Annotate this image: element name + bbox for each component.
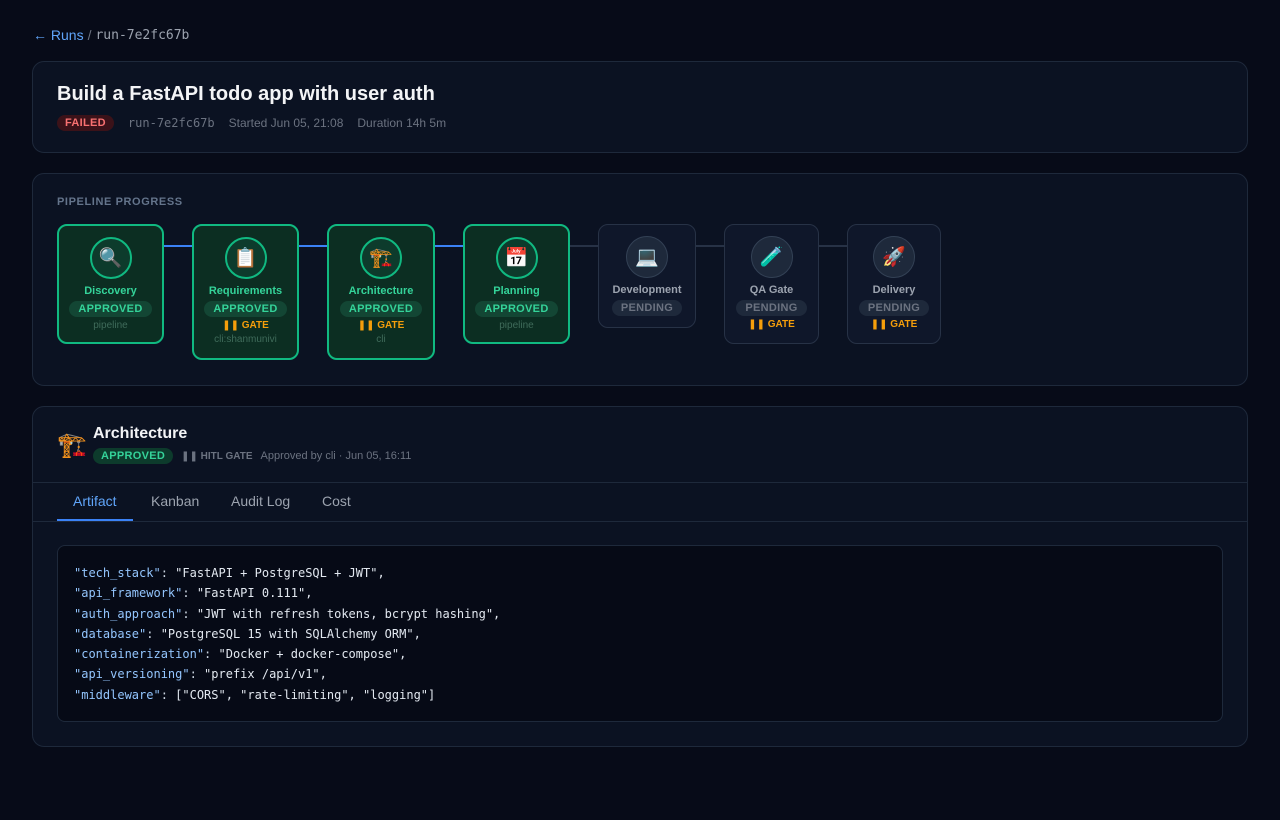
code-line: "database": "PostgreSQL 15 with SQLAlche…	[74, 626, 421, 641]
stage-name: Development	[612, 284, 682, 296]
tab-audit-log[interactable]: Audit Log	[215, 483, 306, 521]
stage-requirements[interactable]: 📋 Requirements APPROVED ❚❚ GATE cli:shanmuni…	[192, 224, 299, 360]
gate-label: ❚❚ GATE	[222, 320, 269, 331]
approved-by-label: pipeline	[499, 320, 534, 331]
stage-status-badge: PENDING	[611, 300, 683, 316]
tab-bar: Artifact Kanban Audit Log Cost	[33, 482, 1247, 522]
code-key: "containerization"	[74, 647, 205, 662]
gate-label: ❚❚ GATE	[748, 319, 795, 330]
code-value: "JWT with refresh tokens, bcrypt hashing…	[196, 606, 501, 621]
stage-status-badge: PENDING	[858, 300, 930, 316]
code-value: "FastAPI 0.111",	[196, 586, 313, 601]
status-badge: FAILED	[57, 115, 114, 131]
pipeline-connector	[819, 245, 847, 247]
tab-cost[interactable]: Cost	[306, 483, 367, 521]
hitl-gate-label: ❚❚ HITL GATE	[181, 450, 253, 462]
run-header-card: Build a FastAPI todo app with user auth …	[32, 61, 1248, 153]
breadcrumb-current: run-7e2fc67b	[95, 27, 190, 43]
code-value: "PostgreSQL 15 with SQLAlchemy ORM",	[160, 626, 421, 641]
code-value: "FastAPI + PostgreSQL + JWT",	[175, 566, 385, 580]
stage-title: Architecture	[93, 425, 188, 442]
tab-kanban[interactable]: Kanban	[135, 483, 215, 521]
approved-by-label: pipeline	[93, 320, 128, 331]
crane-icon: 🏗️	[360, 237, 402, 279]
code-line: "middleware": ["CORS", "rate-limiting", …	[74, 687, 436, 702]
code-key: "auth_approach"	[74, 606, 183, 621]
stage-name: Requirements	[208, 285, 283, 297]
artifact-code-block: "tech_stack": "FastAPI + PostgreSQL + JW…	[57, 545, 1223, 722]
stage-architecture[interactable]: 🏗️ Architecture APPROVED ❚❚ GATE cli	[327, 224, 435, 360]
pipeline-connector	[299, 245, 327, 247]
page-title: Build a FastAPI todo app with user auth	[57, 83, 435, 105]
stage-delivery[interactable]: 🚀 Delivery PENDING ❚❚ GATE	[847, 224, 941, 344]
stage-discovery[interactable]: 🔍 Discovery APPROVED pipeline	[57, 224, 164, 344]
approved-by-label: cli	[376, 334, 386, 345]
pipeline-connector	[435, 245, 463, 247]
pipeline-connector	[570, 245, 598, 247]
stage-status-badge: PENDING	[736, 300, 807, 316]
stage-detail-card: 🏗️ Architecture APPROVED ❚❚ HITL GATE Ap…	[32, 406, 1248, 747]
pipeline-connector	[164, 245, 192, 247]
stage-status-badge: APPROVED	[93, 448, 174, 464]
crane-icon: 🏗️	[57, 432, 87, 459]
pipeline-card: PIPELINE PROGRESS 🔍 Discovery APPROVED pipe…	[32, 173, 1248, 386]
back-to-runs-link[interactable]: ← Runs	[33, 27, 84, 43]
stage-qa-gate[interactable]: 🧪 QA Gate PENDING ❚❚ GATE	[724, 224, 819, 344]
stage-meta: APPROVED ❚❚ HITL GATE Approved by cli · …	[93, 448, 411, 464]
stage-status-badge: APPROVED	[339, 301, 423, 317]
code-line: "api_framework": "FastAPI 0.111",	[74, 586, 313, 601]
code-key: "database"	[74, 626, 147, 641]
stage-development[interactable]: 💻 Development PENDING	[598, 224, 696, 328]
laptop-icon: 💻	[626, 236, 668, 278]
stage-planning[interactable]: 📅 Planning APPROVED pipeline	[463, 224, 570, 344]
stage-name: Architecture	[348, 285, 414, 297]
stage-name: Delivery	[872, 284, 916, 296]
pipeline-label: PIPELINE PROGRESS	[57, 196, 183, 208]
magnifier-icon: 🔍	[89, 237, 132, 279]
run-meta: FAILED run-7e2fc67b Started Jun 05, 21:0…	[57, 115, 446, 131]
tab-artifact[interactable]: Artifact	[57, 483, 133, 521]
stage-name: QA Gate	[749, 284, 794, 296]
code-key: "api_versioning"	[74, 667, 190, 682]
breadcrumb: ← Runs / run-7e2fc67b	[33, 27, 189, 43]
code-line: "tech_stack": "FastAPI + PostgreSQL + JW…	[74, 566, 385, 580]
approved-by-label: cli:shanmunivi	[214, 334, 277, 345]
duration: Duration 14h 5m	[357, 116, 447, 130]
stage-status-badge: APPROVED	[69, 301, 152, 317]
code-key: "middleware"	[74, 687, 161, 702]
code-value: "prefix /api/v1",	[204, 667, 327, 682]
code-line: "containerization": "Docker + docker-com…	[74, 647, 407, 662]
stage-status-badge: APPROVED	[475, 301, 558, 317]
rocket-icon: 🚀	[873, 236, 915, 278]
breadcrumb-separator: /	[87, 27, 92, 43]
started-time: Started Jun 05, 21:08	[228, 116, 344, 130]
pipeline-connector	[696, 245, 724, 247]
stage-status-badge: APPROVED	[204, 301, 287, 317]
gate-label: ❚❚ GATE	[870, 319, 918, 330]
run-id: run-7e2fc67b	[127, 116, 215, 130]
code-line: "auth_approach": "JWT with refresh token…	[74, 606, 501, 621]
code-key: "tech_stack"	[74, 566, 161, 580]
code-key: "api_framework"	[74, 586, 183, 601]
test-tube-icon: 🧪	[750, 236, 793, 278]
code-line: "api_versioning": "prefix /api/v1",	[74, 667, 327, 682]
code-value: "Docker + docker-compose",	[218, 647, 407, 662]
calendar-icon: 📅	[495, 237, 538, 279]
gate-label: ❚❚ GATE	[357, 320, 405, 331]
clipboard-icon: 📋	[224, 237, 267, 279]
stage-name: Planning	[493, 285, 540, 297]
approved-by: Approved by cli · Jun 05, 16:11	[260, 450, 412, 462]
stage-name: Discovery	[84, 285, 137, 297]
code-value: ["CORS", "rate-limiting", "logging"]	[175, 687, 436, 702]
